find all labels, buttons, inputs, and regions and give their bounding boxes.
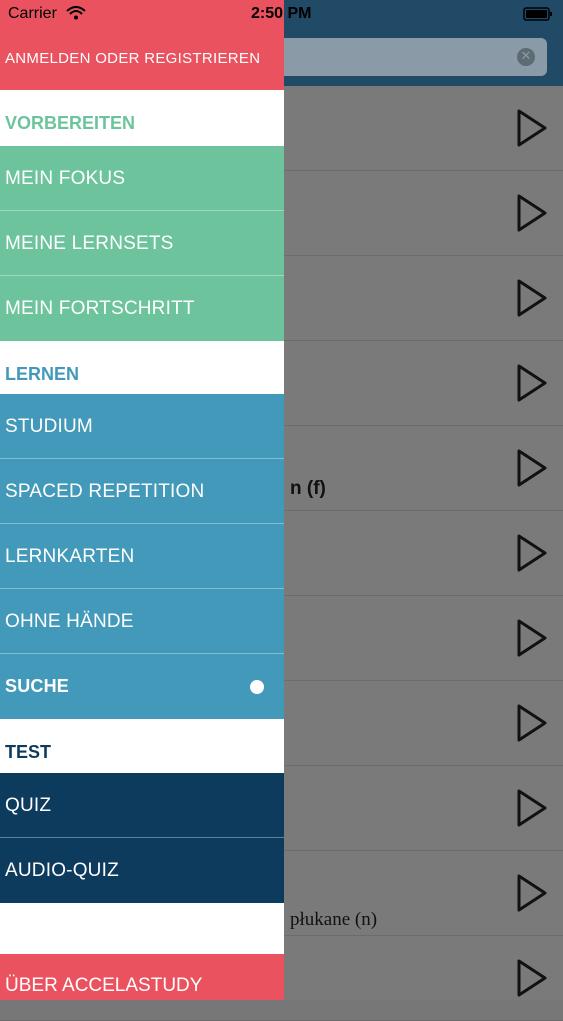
menu-item-quiz[interactable]: QUIZ: [0, 773, 284, 838]
menu-item-label: LERNKARTEN: [5, 546, 135, 567]
section-header-test: TEST: [0, 719, 284, 773]
carrier-label: Carrier: [8, 5, 57, 22]
play-icon[interactable]: [515, 703, 549, 743]
navigation-drawer: ANMELDEN ODER REGISTRIEREN VORBEREITEN M…: [0, 0, 284, 1000]
list-item-text: n (f): [290, 478, 326, 499]
status-bar: Carrier 2:50 PM: [0, 0, 563, 28]
section-header-prepare: VORBEREITEN: [0, 90, 284, 144]
section-header-learn: LERNEN: [0, 341, 284, 395]
play-icon[interactable]: [515, 363, 549, 403]
list-item-text: płukane (n): [290, 909, 378, 930]
menu-item-label: MEINE LERNSETS: [5, 233, 174, 254]
wifi-icon: [66, 6, 86, 20]
menu-item-label: OHNE HÄNDE: [5, 611, 134, 632]
play-icon[interactable]: [515, 448, 549, 488]
menu-item-ohne-haende[interactable]: OHNE HÄNDE: [0, 589, 284, 654]
menu-item-mein-fokus[interactable]: MEIN FOKUS: [0, 146, 284, 211]
play-icon[interactable]: [515, 958, 549, 998]
menu-item-spaced-repetition[interactable]: SPACED REPETITION: [0, 459, 284, 524]
menu-item-mein-fortschritt[interactable]: MEIN FORTSCHRITT: [0, 276, 284, 341]
menu-item-meine-lernsets[interactable]: MEINE LERNSETS: [0, 211, 284, 276]
play-icon[interactable]: [515, 278, 549, 318]
clock: 2:50 PM: [251, 5, 312, 22]
login-button[interactable]: ANMELDEN ODER REGISTRIEREN: [0, 28, 284, 90]
menu-item-studium[interactable]: STUDIUM: [0, 394, 284, 459]
play-icon[interactable]: [515, 193, 549, 233]
play-icon[interactable]: [515, 788, 549, 828]
play-icon[interactable]: [515, 873, 549, 913]
search-input[interactable]: ✕: [272, 38, 547, 76]
menu-item-label: MEIN FOKUS: [5, 168, 126, 189]
about-button[interactable]: ÜBER ACCELASTUDY: [0, 954, 284, 1000]
play-icon[interactable]: [515, 618, 549, 658]
play-icon[interactable]: [515, 533, 549, 573]
clear-search-icon[interactable]: ✕: [517, 48, 535, 66]
menu-item-label: SPACED REPETITION: [5, 481, 205, 502]
selected-indicator-icon: [250, 680, 264, 694]
menu-item-label: STUDIUM: [5, 416, 93, 437]
menu-item-lernkarten[interactable]: LERNKARTEN: [0, 524, 284, 589]
battery-icon: [523, 7, 552, 21]
menu-item-label: QUIZ: [5, 795, 52, 816]
menu-item-label: SUCHE: [5, 676, 70, 696]
menu-item-audio-quiz[interactable]: AUDIO-QUIZ: [0, 838, 284, 903]
menu-item-label: MEIN FORTSCHRITT: [5, 298, 195, 319]
menu-item-label: AUDIO-QUIZ: [5, 860, 119, 881]
play-icon[interactable]: [515, 108, 549, 148]
menu-item-suche[interactable]: SUCHE: [0, 654, 284, 719]
